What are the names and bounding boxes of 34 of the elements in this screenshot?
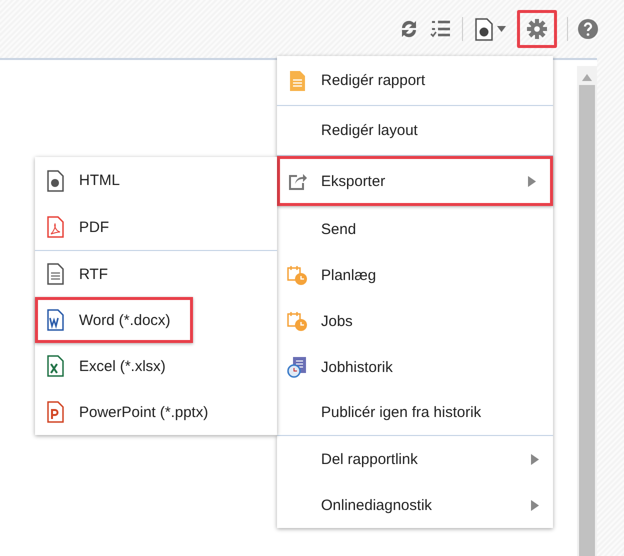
- word-document-icon: [45, 309, 65, 331]
- menu-item[interactable]: Planlæg: [277, 252, 553, 298]
- menu-item[interactable]: HTML: [35, 157, 277, 204]
- spreadsheet-icon: [45, 355, 65, 377]
- calendar-clock-icon: [287, 310, 307, 332]
- menu-item[interactable]: PowerPoint (*.pptx): [35, 389, 277, 435]
- menu-item[interactable]: Jobhistorik: [277, 344, 553, 390]
- submenu-arrow-icon: [531, 500, 539, 510]
- pdf-icon: [45, 216, 65, 238]
- history-icon: [287, 356, 307, 378]
- menu-item[interactable]: Excel (*.xlsx): [35, 343, 277, 389]
- settings-button[interactable]: [517, 10, 557, 48]
- presentation-icon: [45, 401, 65, 423]
- menu-item[interactable]: Redigér layout: [277, 106, 553, 156]
- checklist-icon: [430, 18, 452, 40]
- menu-item[interactable]: Jobs: [277, 298, 553, 344]
- menu-item[interactable]: Del rapportlink: [277, 436, 553, 482]
- menu-item[interactable]: Onlinediagnostik: [277, 482, 553, 528]
- document-icon: [287, 70, 307, 92]
- web-document-icon: [45, 170, 65, 192]
- settings-icon: [526, 18, 548, 40]
- export-document-icon[interactable]: [473, 17, 507, 41]
- text-document-icon: [45, 263, 65, 285]
- scrollbar[interactable]: [577, 66, 597, 556]
- menu-item[interactable]: Word (*.docx): [35, 297, 194, 343]
- menu-item[interactable]: Redigér rapport: [277, 56, 553, 106]
- submenu-arrow-icon: [528, 176, 536, 186]
- help-icon[interactable]: [578, 19, 598, 39]
- menu-item[interactable]: PDF: [35, 204, 277, 251]
- calendar-clock-icon: [287, 264, 307, 286]
- menu-item[interactable]: Send: [277, 206, 553, 252]
- submenu-arrow-icon: [531, 454, 539, 464]
- menu-item[interactable]: Eksporter: [277, 156, 553, 206]
- menu-item[interactable]: RTF: [35, 251, 277, 297]
